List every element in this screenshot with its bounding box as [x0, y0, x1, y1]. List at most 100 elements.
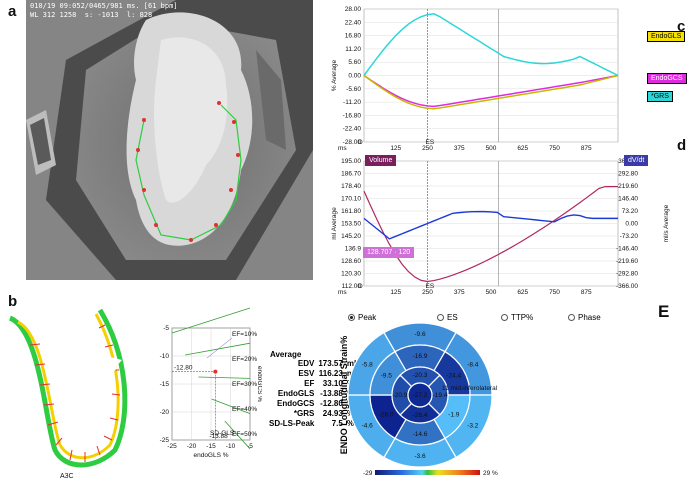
ef-y-tick: -10 [160, 353, 170, 360]
volume-y-tick-right: -73.20 [620, 233, 639, 240]
strain-es-label: ES [426, 139, 435, 146]
radio-phase-dot [568, 314, 575, 321]
volume-y-tick-left: 170.10 [341, 196, 361, 203]
ef-marker-point [213, 369, 218, 374]
radio-phase-label: Phase [578, 313, 601, 322]
ct-image [26, 0, 313, 280]
radio-phase[interactable]: Phase [568, 313, 601, 322]
volume-y-tick-left: 128.60 [341, 258, 361, 265]
strain-x-tick: 500 [486, 145, 497, 152]
scale-min-label: -29 [363, 470, 373, 477]
panel-label-e: E [658, 302, 670, 321]
bullseye-value: -1.9 [448, 412, 460, 419]
volume-y-tick-right: 146.40 [618, 196, 638, 203]
strain-y-tick: 22.40 [345, 19, 362, 26]
volume-y-label-left: ml Average [331, 207, 338, 240]
ef-x-tick: -25 [167, 443, 177, 450]
stats-key: ESV [298, 369, 315, 378]
strain-x-tick: 875 [581, 145, 592, 152]
ct-header-info: 010/19 09:052/0465/981 ms. [61 bpm] WL 3… [30, 2, 178, 20]
volume-x-tick: 875 [581, 289, 592, 296]
bullseye-tooltip: 11 mid-inferolateral [442, 385, 498, 392]
volume-x-tick: 500 [486, 289, 497, 296]
volume-x-tick: 250 [422, 289, 433, 296]
bullseye-value: -8.4 [467, 362, 479, 369]
volume-es-label: ES [426, 283, 435, 290]
ef-x-tick: -10 [226, 443, 236, 450]
bullseye-plot[interactable]: -9.6 -8.4 -3.2 -3.6 -4.6 -5.8 -16.9 -24.4 -1.9 -1… [335, 320, 545, 481]
stats-key: EndoGCS [277, 399, 315, 408]
ef-x-label: endoGLS % [193, 452, 228, 459]
legend-grs: *GRS [647, 91, 673, 102]
stats-key: EndoGLS [277, 389, 315, 398]
volume-y-tick-left: 136.9 [345, 246, 362, 253]
strain-y-tick: -22.40 [343, 126, 362, 133]
strain-d-label: D [358, 139, 363, 146]
strain-y-tick: -16.80 [343, 112, 362, 119]
strain-y-tick: 5.60 [348, 59, 361, 66]
color-scale-bar [375, 470, 480, 475]
volume-x-tick: 125 [390, 289, 401, 296]
volume-y-tick-left: 186.70 [341, 171, 361, 178]
volume-y-tick-right: -366.00 [616, 283, 638, 290]
ct-header-line2: WL 312 1258 s: -1013 l: 828 [30, 11, 153, 19]
ef-x-tick: -15 [206, 443, 216, 450]
volume-y-tick-right: 0.00 [625, 221, 638, 228]
bullseye-value: -19.4 [433, 392, 448, 399]
ct-header-line1: 010/19 09:052/0465/981 ms. [61 bpm] [30, 2, 178, 10]
strain-x-tick: 125 [390, 145, 401, 152]
panel-label-d: d [677, 137, 687, 154]
bullseye-value: -3.6 [414, 453, 426, 460]
strain-chart-svg: 28.00 22.40 16.80 11.20 5.60 0.00 -5.60 -11.20 -… [331, 6, 619, 152]
contour-label: A3C [60, 473, 74, 480]
ef-iso-label: EF=20% [232, 356, 257, 363]
strain-x-unit: ms [338, 145, 347, 152]
bullseye-value: -3.2 [467, 423, 479, 430]
scale-max-label: 29 % [483, 470, 498, 477]
volume-y-tick-right: -292.80 [616, 271, 638, 278]
volume-y-tick-right: -146.40 [616, 246, 638, 253]
bullseye-value: -5.8 [362, 362, 374, 369]
strain-y-tick: 16.80 [345, 33, 362, 40]
strain-y-tick: 28.00 [345, 6, 362, 13]
volume-y-tick-left: 161.80 [341, 208, 361, 215]
ef-iso-label: EF=30% [232, 381, 257, 388]
volume-d-label: D [358, 283, 363, 290]
bullseye-value: -9.6 [414, 331, 426, 338]
legend-endogcs: EndoGCS [647, 73, 687, 84]
volume-y-tick-left: 120.30 [341, 271, 361, 278]
bullseye-value: -4.6 [362, 423, 374, 430]
bullseye-value: -20.3 [413, 372, 428, 379]
ef-iso-label: EF=10% [232, 331, 257, 338]
strain-y-tick: 0.00 [348, 73, 361, 80]
ct-image-viewer[interactable]: 010/19 09:052/0465/981 ms. [61 bpm] WL 3… [26, 0, 313, 280]
ef-y-tick: -15 [160, 381, 170, 388]
volume-x-tick: 750 [549, 289, 560, 296]
strain-x-tick: 250 [422, 145, 433, 152]
ef-iso-label: EF=40% [232, 406, 257, 413]
bullseye-value: -24.4 [446, 373, 461, 380]
volume-y-tick-right: 219.60 [618, 183, 638, 190]
volume-chart-svg: 195.00366.00186.70292.80178.40219.60170.… [331, 158, 670, 296]
volume-x-tick: 375 [454, 289, 465, 296]
volume-x-tick: 625 [517, 289, 528, 296]
bullseye-apex-value: -27.2 [413, 392, 428, 399]
volume-y-tick-left: 178.40 [341, 183, 361, 190]
ef-plot: -25 -20 -15 -10 -5-5-10-15-20-25endoGLS %end… [160, 307, 262, 459]
cursor-readout: 128.707 · 120 [363, 247, 415, 258]
strain-x-tick: 750 [549, 145, 560, 152]
stats-key: *GRS [293, 409, 315, 418]
dvdt-label: dV/dt [624, 155, 649, 166]
volume-y-tick-right: -219.60 [616, 258, 638, 265]
strain-y-tick: -11.20 [343, 99, 361, 106]
strain-x-tick: 375 [454, 145, 465, 152]
legend-endogls: EndoGLS [647, 31, 686, 42]
volume-chart: 195.00366.00186.70292.80178.40219.60170.… [328, 154, 673, 302]
strain-y-tick: -5.60 [346, 86, 361, 93]
stats-key: EDV [297, 359, 315, 368]
strain-y-label: % Average [331, 59, 338, 91]
volume-y-label-right: ml/s Average [663, 204, 670, 242]
bullseye-value: -26.4 [413, 412, 428, 419]
ef-marker-y-value: -12.80 [174, 365, 193, 372]
ef-y-tick: -20 [160, 409, 170, 416]
